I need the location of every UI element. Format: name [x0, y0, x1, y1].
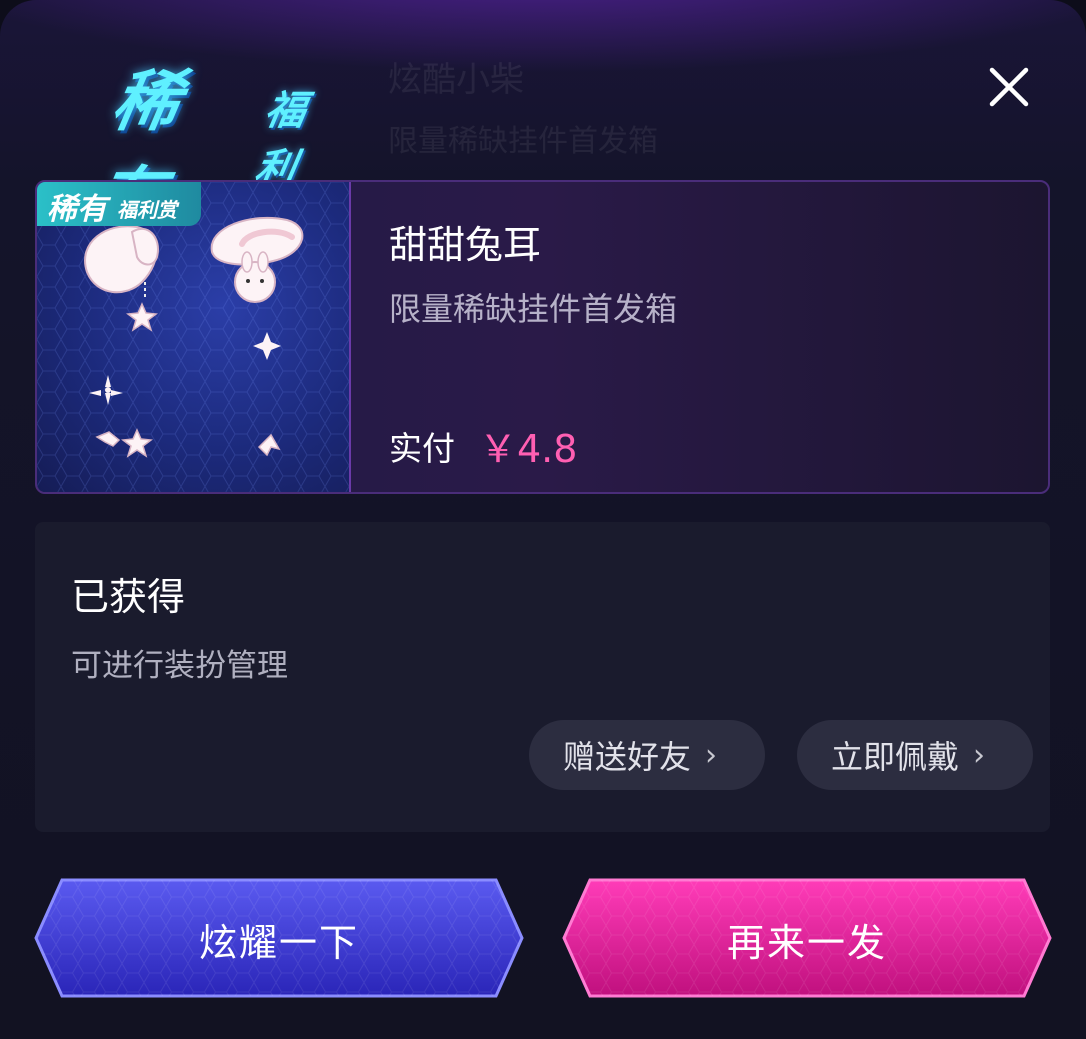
draw-again-button[interactable]: 再来一发 [562, 878, 1052, 1000]
obtained-panel: 已获得 可进行装扮管理 赠送好友 › 立即佩戴 › [35, 522, 1050, 832]
product-card: 稀有 福利赏 甜甜兔耳 限量稀缺挂件首发箱 实付 ￥4.8 [35, 180, 1050, 494]
bunny-ears-image [37, 182, 349, 492]
obtained-title: 已获得 [71, 575, 186, 619]
close-button[interactable] [984, 62, 1034, 112]
background-ghost-title: 炫酷小柴 [388, 60, 524, 100]
wear-now-button[interactable]: 立即佩戴 › [797, 720, 1033, 790]
rare-reward-modal: 炫酷小柴 限量稀缺挂件首发箱 稀有 福利赏 稀有 福利赏 甜甜兔耳 限量稀缺挂件… [0, 0, 1086, 1039]
draw-again-label: 再来一发 [726, 920, 887, 965]
rare-badge-sub: 福利赏 [117, 198, 177, 222]
close-icon [989, 67, 1029, 107]
gift-friend-button[interactable]: 赠送好友 › [529, 720, 765, 790]
paid-price: ￥4.8 [479, 427, 578, 471]
chevron-right-icon: › [973, 737, 986, 773]
show-off-button[interactable]: 炫耀一下 [34, 878, 524, 1000]
product-thumbnail: 稀有 福利赏 [37, 182, 351, 492]
rare-badge: 稀有 福利赏 [37, 182, 201, 227]
show-off-label: 炫耀一下 [198, 920, 359, 965]
chevron-right-icon: › [705, 737, 718, 773]
paid-label: 实付 [389, 429, 455, 468]
obtained-subtitle: 可进行装扮管理 [71, 648, 288, 684]
wear-now-label: 立即佩戴 [831, 738, 960, 776]
background-ghost-subtitle: 限量稀缺挂件首发箱 [388, 124, 658, 159]
gift-friend-label: 赠送好友 [563, 738, 692, 776]
rare-badge-main: 稀有 [47, 192, 107, 227]
product-description: 限量稀缺挂件首发箱 [389, 290, 678, 328]
product-name: 甜甜兔耳 [389, 223, 542, 267]
